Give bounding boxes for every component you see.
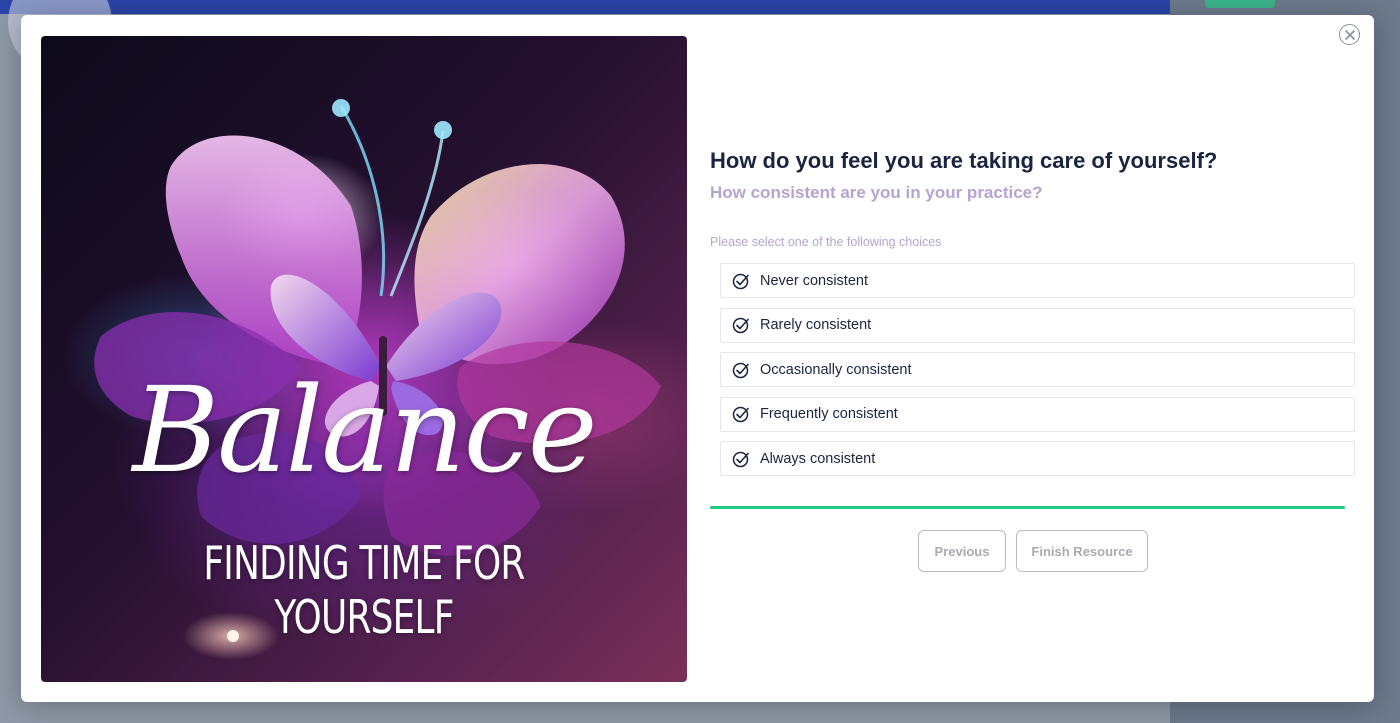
background-chip: [1205, 0, 1275, 8]
choice-always-consistent[interactable]: Always consistent: [720, 441, 1355, 476]
close-icon: [1344, 29, 1355, 40]
choice-instructions: Please select one of the following choic…: [710, 235, 942, 249]
close-button[interactable]: [1339, 24, 1360, 45]
check-circle-icon: [732, 272, 750, 290]
check-circle-icon: [732, 316, 750, 334]
finish-resource-button[interactable]: Finish Resource: [1016, 530, 1148, 572]
choice-label: Occasionally consistent: [760, 361, 912, 378]
choice-occasionally-consistent[interactable]: Occasionally consistent: [720, 352, 1355, 387]
background-header: [0, 0, 1170, 14]
progress-fill: [710, 506, 1345, 509]
choice-rarely-consistent[interactable]: Rarely consistent: [720, 307, 1355, 343]
check-circle-icon: [732, 361, 750, 379]
resource-artwork: Balance FINDING TIME FOR YOURSELF: [41, 36, 687, 682]
question-subtitle: How consistent are you in your practice?: [710, 183, 1043, 202]
choice-frequently-consistent[interactable]: Frequently consistent: [720, 396, 1355, 432]
choice-label: Frequently consistent: [760, 406, 898, 422]
choice-label: Never consistent: [760, 272, 868, 289]
choice-label: Always consistent: [760, 450, 876, 467]
previous-button[interactable]: Previous: [918, 530, 1006, 572]
choice-list: Never consistent Rarely consistent Occas…: [720, 263, 1355, 486]
check-circle-icon: [732, 405, 750, 423]
choice-label: Rarely consistent: [760, 317, 872, 333]
check-circle-icon: [732, 450, 750, 468]
choice-never-consistent[interactable]: Never consistent: [720, 263, 1355, 298]
question-title: How do you feel you are taking care of y…: [710, 148, 1218, 173]
artwork-subtitle: FINDING TIME FOR YOURSELF: [203, 536, 525, 644]
artwork-title: Balance: [132, 361, 597, 499]
progress-bar: [710, 506, 1345, 509]
resource-modal: Balance FINDING TIME FOR YOURSELF How do…: [21, 15, 1374, 702]
